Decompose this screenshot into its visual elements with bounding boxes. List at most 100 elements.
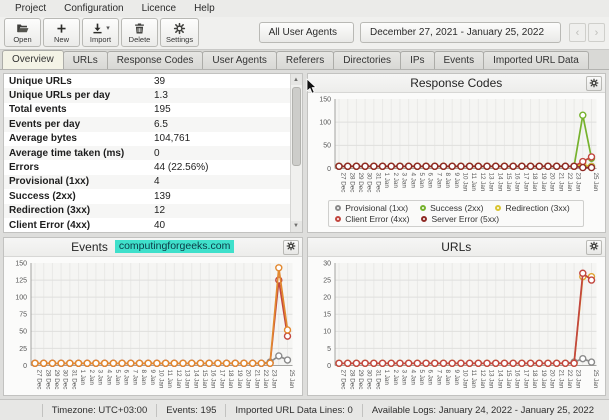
svg-text:30 Dec: 30 Dec bbox=[62, 369, 69, 389]
next-period-button[interactable]: › bbox=[588, 23, 605, 42]
svg-text:20: 20 bbox=[323, 294, 331, 301]
date-range-dropdown[interactable]: December 27, 2021 - January 25, 2022 bbox=[360, 22, 561, 43]
svg-text:2 Jan: 2 Jan bbox=[391, 369, 398, 385]
svg-text:27 Dec: 27 Dec bbox=[339, 369, 346, 389]
events-panel: Events computingforgeeks.com 0 25 50 75 100 1… bbox=[3, 236, 303, 396]
svg-text:6 Jan: 6 Jan bbox=[426, 369, 433, 385]
urls-chart: 0 5 10 15 20 25 30 27 Dec 28 Dec 29 Dec 30 Dec 31 D… bbox=[323, 260, 599, 389]
svg-text:16 Jan: 16 Jan bbox=[513, 369, 520, 388]
open-button[interactable]: Open bbox=[4, 18, 41, 47]
tab-ips[interactable]: IPs bbox=[400, 51, 435, 69]
tab-response-codes[interactable]: Response Codes bbox=[106, 51, 204, 69]
legend-item: Redirection (3xx) bbox=[495, 203, 570, 213]
scroll-down-icon[interactable]: ▼ bbox=[290, 220, 302, 232]
svg-text:11 Jan: 11 Jan bbox=[470, 369, 477, 388]
svg-text:1 Jan: 1 Jan bbox=[79, 369, 86, 385]
svg-text:14 Jan: 14 Jan bbox=[496, 173, 503, 192]
menu-item-licence[interactable]: Licence bbox=[133, 1, 185, 16]
events-settings-button[interactable] bbox=[282, 239, 299, 255]
svg-text:12 Jan: 12 Jan bbox=[478, 369, 485, 388]
status-segment: Events: 195 bbox=[156, 403, 225, 417]
events-title: Events bbox=[71, 239, 108, 254]
import-icon bbox=[91, 22, 104, 35]
svg-text:5 Jan: 5 Jan bbox=[417, 369, 424, 385]
overview-content: Unique URLs 39 Unique URLs per day 1.3 Total… bbox=[0, 70, 609, 399]
svg-text:5 Jan: 5 Jan bbox=[114, 369, 121, 385]
stat-row: Client Error (4xx) 40 bbox=[4, 218, 290, 232]
svg-text:5 Jan: 5 Jan bbox=[417, 173, 424, 189]
svg-text:19 Jan: 19 Jan bbox=[539, 173, 546, 192]
date-nav: ‹ › bbox=[569, 23, 605, 42]
menu-item-help[interactable]: Help bbox=[185, 1, 224, 16]
scroll-up-icon[interactable]: ▲ bbox=[290, 74, 302, 85]
tab-referers[interactable]: Referers bbox=[275, 51, 335, 69]
svg-text:27 Dec: 27 Dec bbox=[339, 173, 346, 193]
legend-marker-icon bbox=[420, 204, 427, 211]
stat-value: 40 bbox=[154, 219, 166, 231]
response-codes-header: Response Codes bbox=[307, 74, 605, 93]
menu-item-configuration[interactable]: Configuration bbox=[55, 1, 132, 16]
response-codes-settings-button[interactable] bbox=[586, 76, 602, 91]
svg-text:8 Jan: 8 Jan bbox=[140, 369, 147, 385]
scrollbar-track[interactable] bbox=[291, 85, 302, 221]
svg-text:16 Jan: 16 Jan bbox=[513, 173, 520, 192]
svg-text:1 Jan: 1 Jan bbox=[383, 369, 390, 385]
toolbar-filters: All User Agents December 27, 2021 - Janu… bbox=[258, 22, 605, 43]
new-button[interactable]: New bbox=[43, 18, 80, 47]
trash-icon bbox=[133, 22, 146, 35]
scrollbar-thumb[interactable] bbox=[291, 87, 301, 166]
stat-label: Success (2xx) bbox=[9, 190, 76, 202]
stat-row: Provisional (1xx) 4 bbox=[4, 174, 290, 190]
user-agent-filter-dropdown[interactable]: All User Agents bbox=[258, 22, 354, 43]
svg-text:15 Jan: 15 Jan bbox=[505, 369, 512, 388]
svg-text:8 Jan: 8 Jan bbox=[444, 369, 451, 385]
delete-button[interactable]: Delete bbox=[121, 18, 158, 47]
stat-label: Redirection (3xx) bbox=[9, 205, 91, 217]
stats-table: Unique URLs 39 Unique URLs per day 1.3 Total… bbox=[4, 74, 290, 232]
urls-settings-button[interactable] bbox=[586, 238, 602, 256]
tab-events[interactable]: Events bbox=[433, 51, 485, 69]
menu-item-project[interactable]: Project bbox=[6, 1, 55, 16]
stat-value: 39 bbox=[154, 75, 166, 87]
tab-overview[interactable]: Overview bbox=[2, 50, 64, 69]
svg-text:9 Jan: 9 Jan bbox=[149, 369, 156, 385]
svg-text:28 Dec: 28 Dec bbox=[348, 369, 355, 389]
gear-icon bbox=[589, 238, 599, 256]
svg-text:10 Jan: 10 Jan bbox=[461, 173, 468, 192]
watermark: computingforgeeks.com bbox=[114, 240, 235, 253]
svg-text:50: 50 bbox=[19, 328, 27, 335]
tab-urls[interactable]: URLs bbox=[62, 51, 108, 69]
svg-text:150: 150 bbox=[319, 96, 331, 103]
svg-text:29 Dec: 29 Dec bbox=[53, 369, 60, 389]
svg-text:30 Dec: 30 Dec bbox=[365, 173, 372, 193]
tab-user-agents[interactable]: User Agents bbox=[202, 51, 277, 69]
toolbar: Open New ▾ Import Delete Settings All User Ag… bbox=[0, 17, 609, 50]
svg-text:19 Jan: 19 Jan bbox=[539, 369, 546, 388]
settings-button[interactable]: Settings bbox=[160, 18, 200, 47]
stat-value: 4 bbox=[154, 176, 160, 188]
import-button[interactable]: ▾ Import bbox=[82, 18, 119, 47]
legend-marker-icon bbox=[335, 204, 342, 211]
events-header: Events computingforgeeks.com bbox=[4, 237, 302, 257]
tab-imported-url-data[interactable]: Imported URL Data bbox=[483, 51, 589, 69]
legend-item: Client Error (4xx) bbox=[335, 214, 409, 224]
svg-text:21 Jan: 21 Jan bbox=[557, 173, 564, 192]
svg-text:7 Jan: 7 Jan bbox=[435, 369, 442, 385]
tab-directories[interactable]: Directories bbox=[333, 51, 402, 69]
svg-text:8 Jan: 8 Jan bbox=[444, 173, 451, 189]
response-codes-panel: Response Codes 0 50 100 150 27 Dec 28 Dec 29 D… bbox=[306, 73, 606, 233]
stats-scrollbar[interactable]: ▲ ▼ bbox=[289, 74, 302, 232]
legend-label: Server Error (5xx) bbox=[431, 213, 500, 224]
prev-period-button[interactable]: ‹ bbox=[569, 23, 586, 42]
legend-label: Client Error (4xx) bbox=[345, 213, 410, 224]
tab-bar: Overview URLs Response Codes User Agents Ref… bbox=[0, 50, 609, 70]
svg-text:4 Jan: 4 Jan bbox=[409, 173, 416, 189]
svg-text:13 Jan: 13 Jan bbox=[184, 369, 191, 388]
svg-text:28 Dec: 28 Dec bbox=[348, 173, 355, 193]
folder-open-icon bbox=[16, 22, 29, 35]
svg-text:11 Jan: 11 Jan bbox=[166, 369, 173, 388]
svg-text:150: 150 bbox=[15, 260, 27, 267]
app-window: Project Configuration Licence Help Open New ▾… bbox=[0, 0, 609, 420]
stat-label: Average time taken (ms) bbox=[9, 147, 125, 159]
svg-text:2 Jan: 2 Jan bbox=[88, 369, 95, 385]
